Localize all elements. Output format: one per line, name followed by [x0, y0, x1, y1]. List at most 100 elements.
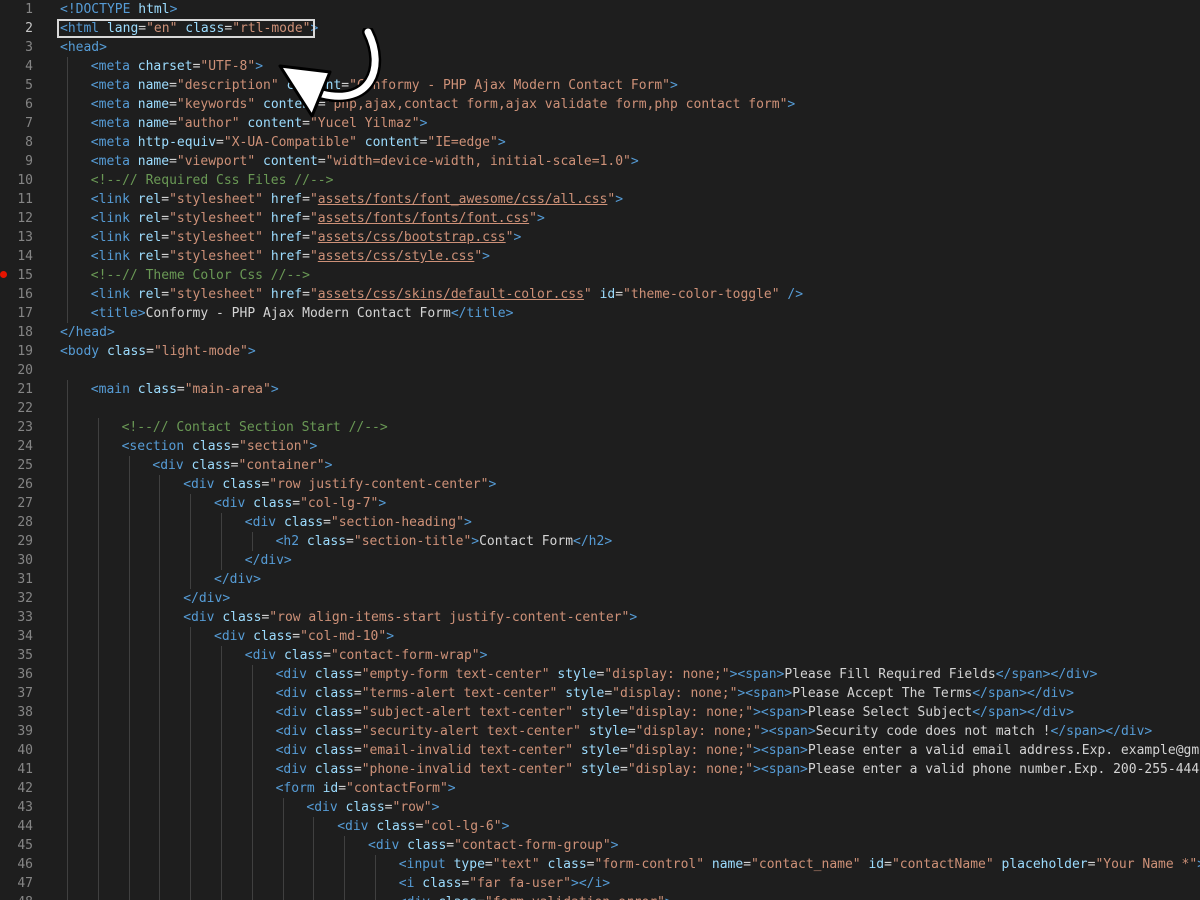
code-line[interactable]: 11 <link rel="stylesheet" href="assets/fo… [0, 190, 1200, 209]
code-text[interactable]: </div> [183, 589, 230, 608]
code-text[interactable]: <!--// Theme Color Css //--> [91, 266, 310, 285]
code-text[interactable]: <title>Conformy - PHP Ajax Modern Contac… [91, 304, 514, 323]
code-text[interactable]: <div class="contact-form-wrap"> [245, 646, 488, 665]
code-line[interactable]: 31 </div> [0, 570, 1200, 589]
code-line[interactable]: 19 <body class="light-mode"> [0, 342, 1200, 361]
code-line[interactable]: 21 <main class="main-area"> [0, 380, 1200, 399]
code-line[interactable]: 13 <link rel="stylesheet" href="assets/cs… [0, 228, 1200, 247]
code-text[interactable]: </div> [245, 551, 292, 570]
code-line[interactable]: 33 <div class="row align-items-start just… [0, 608, 1200, 627]
code-text[interactable]: <section class="section"> [122, 437, 318, 456]
code-text[interactable]: <!DOCTYPE html> [60, 0, 177, 19]
code-text[interactable]: <div class="terms-alert text-center" sty… [276, 684, 1074, 703]
code-line[interactable]: 28 <div class="section-heading"> [0, 513, 1200, 532]
code-line[interactable]: 16 <link rel="stylesheet" href="assets/cs… [0, 285, 1200, 304]
code-text[interactable]: <link rel="stylesheet" href="assets/font… [91, 190, 623, 209]
code-token: <div [337, 819, 377, 834]
code-line[interactable]: 1 <!DOCTYPE html> [0, 0, 1200, 19]
code-text[interactable]: <div class="subject-alert text-center" s… [276, 703, 1074, 722]
code-text[interactable]: <div class="form-validation-error"> [399, 893, 673, 900]
indent-guide [190, 760, 192, 779]
code-token: <div [214, 629, 254, 644]
code-line[interactable]: 27 <div class="col-lg-7"> [0, 494, 1200, 513]
code-text[interactable]: <div class="col-lg-7"> [214, 494, 386, 513]
code-line[interactable]: 32 </div> [0, 589, 1200, 608]
code-line[interactable]: 38 <div class="subject-alert text-center"… [0, 703, 1200, 722]
code-line[interactable]: 18 </head> [0, 323, 1200, 342]
code-line[interactable]: 20 [0, 361, 1200, 380]
code-line[interactable]: 12 <link rel="stylesheet" href="assets/fo… [0, 209, 1200, 228]
code-line[interactable]: 26 <div class="row justify-content-center… [0, 475, 1200, 494]
code-line[interactable]: 14 <link rel="stylesheet" href="assets/cs… [0, 247, 1200, 266]
code-line[interactable]: 15 <!--// Theme Color Css //--> [0, 266, 1200, 285]
code-text[interactable]: <main class="main-area"> [91, 380, 279, 399]
code-line[interactable]: 30 </div> [0, 551, 1200, 570]
code-text[interactable]: <link rel="stylesheet" href="assets/css/… [91, 247, 490, 266]
code-text[interactable]: <div class="contact-form-group"> [368, 836, 618, 855]
code-line[interactable]: 7 <meta name="author" content="Yucel Yilm… [0, 114, 1200, 133]
code-line[interactable]: 41 <div class="phone-invalid text-center"… [0, 760, 1200, 779]
code-line[interactable]: 42 <form id="contactForm"> [0, 779, 1200, 798]
code-text[interactable]: <div class="row"> [306, 798, 439, 817]
code-line[interactable]: 40 <div class="email-invalid text-center"… [0, 741, 1200, 760]
code-line[interactable]: 44 <div class="col-lg-6"> [0, 817, 1200, 836]
code-text[interactable]: <i class="far fa-user"></i> [399, 874, 610, 893]
code-line[interactable]: 46 <input type="text" class="form-control… [0, 855, 1200, 874]
code-line[interactable]: 35 <div class="contact-form-wrap"> [0, 646, 1200, 665]
code-text[interactable]: <link rel="stylesheet" href="assets/css/… [91, 228, 522, 247]
code-text[interactable]: <div class="email-invalid text-center" s… [276, 741, 1200, 760]
code-line[interactable]: 25 <div class="container"> [0, 456, 1200, 475]
code-text[interactable]: </head> [60, 323, 115, 342]
code-text[interactable]: <div class="container"> [152, 456, 332, 475]
breakpoint-icon[interactable] [0, 271, 7, 278]
code-token: = [446, 838, 455, 853]
code-line[interactable]: 37 <div class="terms-alert text-center" s… [0, 684, 1200, 703]
indent-guide [97, 722, 99, 741]
code-text[interactable]: <div class="empty-form text-center" styl… [276, 665, 1098, 684]
code-text[interactable]: <h2 class="section-title">Contact Form</… [276, 532, 613, 551]
code-text[interactable]: <body class="light-mode"> [60, 342, 256, 361]
code-line[interactable]: 47 <i class="far fa-user"></i> [0, 874, 1200, 893]
code-line[interactable]: 6 <meta name="keywords" content="php,ajax… [0, 95, 1200, 114]
code-line[interactable]: 29 <h2 class="section-title">Contact Form… [0, 532, 1200, 551]
code-text[interactable]: <meta name="keywords" content="php,ajax,… [91, 95, 795, 114]
code-line[interactable]: 8 <meta http-equiv="X-UA-Compatible" cont… [0, 133, 1200, 152]
code-line[interactable]: 4 <meta charset="UTF-8"> [0, 57, 1200, 76]
code-editor[interactable]: 1 <!DOCTYPE html> 2 <html lang="en" class="… [0, 0, 1200, 900]
code-line[interactable]: 36 <div class="empty-form text-center" st… [0, 665, 1200, 684]
code-text[interactable]: <div class="col-md-10"> [214, 627, 394, 646]
code-line[interactable]: 3 <head> [0, 38, 1200, 57]
code-text[interactable]: </div> [214, 570, 261, 589]
line-number: 5 [25, 78, 33, 93]
code-line[interactable]: 48 <div class="form-validation-error"> [0, 893, 1200, 900]
code-line[interactable]: 10 <!--// Required Css Files //--> [0, 171, 1200, 190]
code-text[interactable]: <link rel="stylesheet" href="assets/css/… [91, 285, 803, 304]
code-line[interactable]: 9 <meta name="viewport" content="width=de… [0, 152, 1200, 171]
code-line[interactable]: 23 <!--// Contact Section Start //--> [0, 418, 1200, 437]
code-line[interactable]: 22 [0, 399, 1200, 418]
code-text[interactable]: <div class="phone-invalid text-center" s… [276, 760, 1200, 779]
code-line[interactable]: 34 <div class="col-md-10"> [0, 627, 1200, 646]
code-text[interactable]: <meta charset="UTF-8"> [91, 57, 263, 76]
code-text[interactable]: <div class="row align-items-start justif… [183, 608, 637, 627]
code-text[interactable]: <div class="section-heading"> [245, 513, 472, 532]
code-token: rel [137, 249, 162, 264]
code-line[interactable]: 24 <section class="section"> [0, 437, 1200, 456]
code-line[interactable]: 39 <div class="security-alert text-center… [0, 722, 1200, 741]
code-token: "keywords" [176, 97, 256, 112]
code-line[interactable]: 5<meta name="description" content="Confo… [0, 76, 1200, 95]
code-line[interactable]: 17 <title>Conformy - PHP Ajax Modern Cont… [0, 304, 1200, 323]
code-line[interactable]: 43 <div class="row"> [0, 798, 1200, 817]
code-text[interactable]: <input type="text" class="form-control" … [399, 855, 1200, 874]
code-text[interactable]: <div class="col-lg-6"> [337, 817, 509, 836]
code-text[interactable]: <!--// Contact Section Start //--> [122, 418, 388, 437]
code-text[interactable]: <link rel="stylesheet" href="assets/font… [91, 209, 545, 228]
code-text[interactable]: <form id="contactForm"> [276, 779, 456, 798]
code-text[interactable]: <div class="row justify-content-center"> [183, 475, 496, 494]
code-text[interactable]: <head> [60, 38, 107, 57]
code-text[interactable]: <div class="security-alert text-center" … [276, 722, 1153, 741]
code-text[interactable]: <!--// Required Css Files //--> [91, 171, 334, 190]
code-line[interactable]: 45 <div class="contact-form-group"> [0, 836, 1200, 855]
code-text[interactable]: <meta name="viewport" content="width=dev… [91, 152, 639, 171]
